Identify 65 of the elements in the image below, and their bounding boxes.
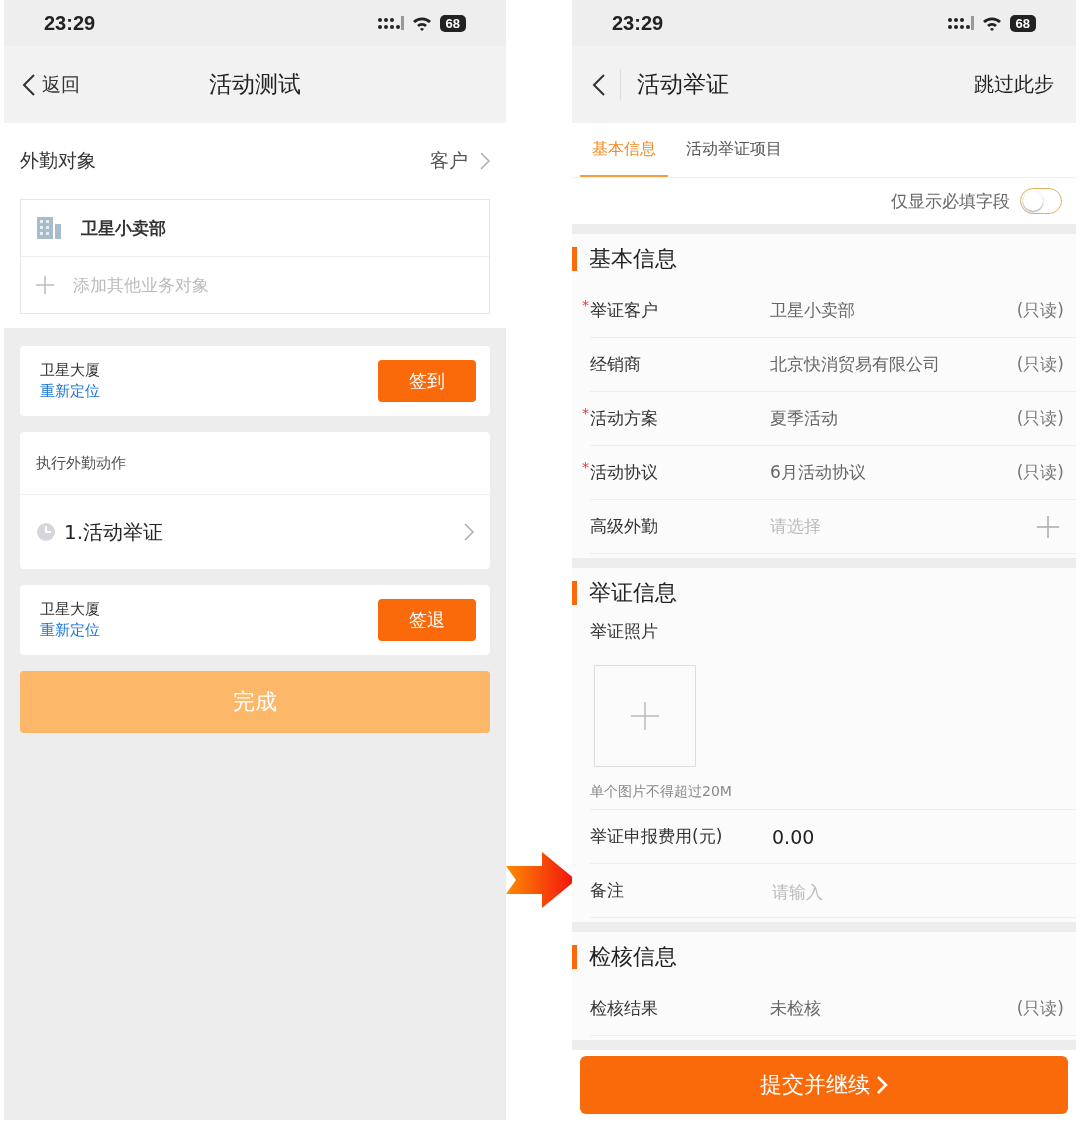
status-time: 23:29	[612, 11, 664, 35]
chevron-right-icon	[464, 523, 474, 541]
toggle-switch[interactable]	[1020, 188, 1062, 214]
section-marker	[572, 247, 577, 271]
place-name: 卫星大厦	[40, 599, 100, 620]
place-name: 卫星大厦	[40, 360, 100, 381]
section-marker	[572, 581, 577, 605]
upload-hint: 单个图片不得超过20M	[590, 783, 733, 801]
action-item[interactable]: 1.活动举证	[20, 495, 490, 569]
wifi-icon	[411, 15, 432, 31]
wifi-icon	[981, 15, 1002, 31]
field-value: 卫星小卖部	[770, 299, 856, 322]
store-name: 卫星小卖部	[81, 216, 166, 240]
toggle-label: 仅显示必填字段	[891, 189, 1010, 213]
tab[interactable]: 活动举证项目	[674, 123, 794, 177]
check-out-button[interactable]: 签退	[378, 599, 476, 641]
battery-indicator: 68	[439, 14, 466, 32]
check-in-button[interactable]: 签到	[378, 360, 476, 402]
signal-icon	[377, 16, 404, 30]
signal-icon	[947, 16, 974, 30]
page-title: 活动举证	[620, 69, 729, 100]
plus-icon	[35, 275, 55, 295]
plus-icon	[630, 701, 660, 731]
relocate-link[interactable]: 重新定位	[40, 620, 100, 641]
field-label: 举证申报费用(元)	[590, 825, 724, 848]
chevron-right-icon	[876, 1075, 888, 1095]
page-title: 活动测试	[209, 70, 301, 99]
back-button[interactable]: 返回	[4, 71, 80, 98]
field-value: 夏季活动	[770, 407, 839, 430]
section-title: 举证信息	[589, 579, 677, 607]
section-title: 检核信息	[589, 943, 677, 971]
actions-title: 执行外勤动作	[20, 432, 490, 495]
field-label: 举证照片	[590, 620, 659, 643]
photo-upload-button[interactable]	[594, 665, 696, 767]
relocate-link[interactable]: 重新定位	[40, 381, 100, 402]
readonly-note: (只读)	[1016, 461, 1064, 484]
field-label: 检核结果	[590, 997, 659, 1020]
field-value: 未检核	[770, 997, 822, 1020]
field-label: 备注	[590, 879, 625, 902]
submit-button[interactable]: 提交并继续	[580, 1056, 1068, 1114]
input-field[interactable]: 请输入	[770, 878, 1064, 903]
readonly-note: (只读)	[1016, 353, 1064, 376]
input-field[interactable]: 0.00	[770, 824, 1064, 849]
readonly-note: (只读)	[1016, 997, 1064, 1020]
field-value: 6月活动协议	[770, 461, 867, 484]
back-icon[interactable]	[592, 72, 606, 97]
readonly-note: (只读)	[1016, 299, 1064, 322]
target-type-row[interactable]: 外勤对象 客户	[20, 123, 490, 199]
section-title: 基本信息	[589, 245, 677, 273]
skip-button[interactable]: 跳过此步	[968, 70, 1060, 99]
battery-indicator: 68	[1009, 14, 1036, 32]
field-label: 高级外勤	[590, 515, 659, 538]
field-label: 经销商	[590, 353, 642, 376]
back-icon	[22, 72, 36, 97]
field-value: 北京快消贸易有限公司	[770, 353, 941, 376]
status-time: 23:29	[44, 11, 96, 35]
required-mark: *	[582, 459, 589, 475]
chevron-right-icon	[480, 152, 490, 170]
building-icon	[37, 217, 63, 239]
readonly-note: (只读)	[1016, 407, 1064, 430]
required-mark: *	[582, 297, 589, 313]
required-mark: *	[582, 405, 589, 421]
section-marker	[572, 945, 577, 969]
clock-icon	[36, 522, 56, 542]
add-icon[interactable]	[1036, 514, 1060, 539]
